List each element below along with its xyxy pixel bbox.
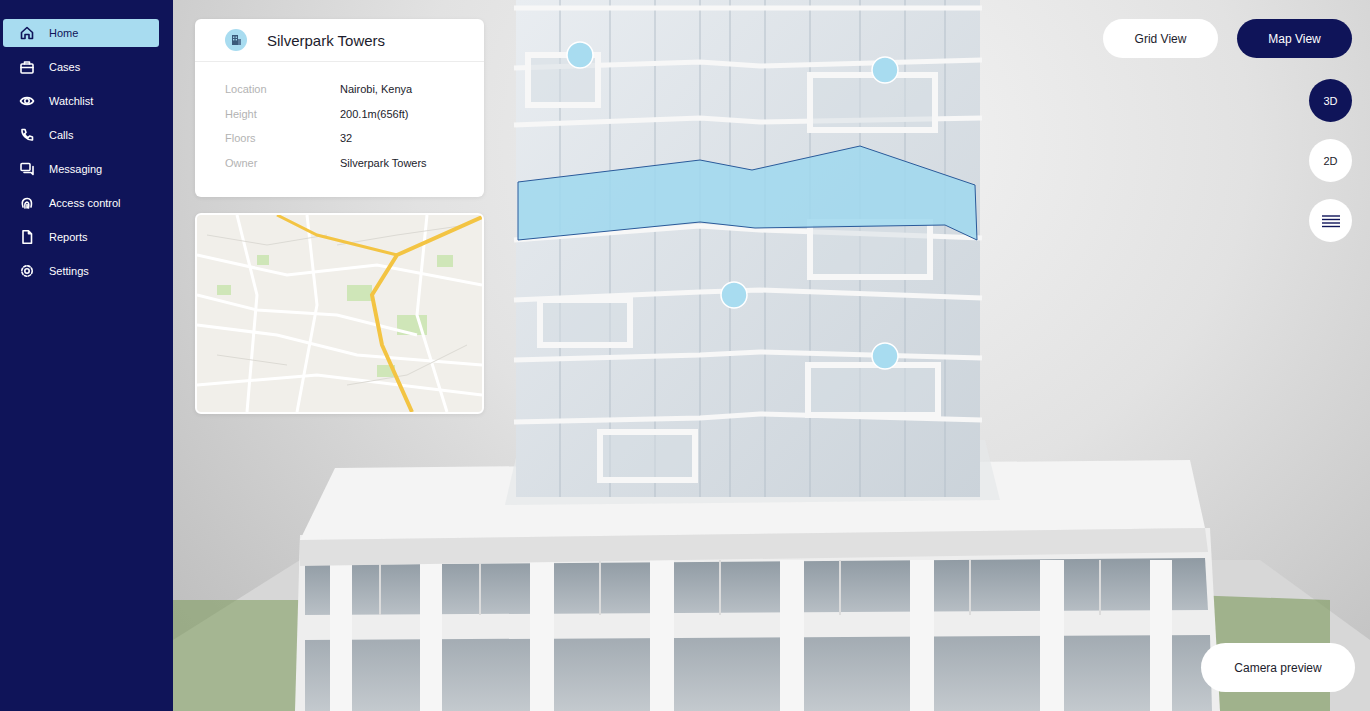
building-info-card: Silverpark Towers LocationNairobi, Kenya…	[195, 19, 484, 197]
sidebar-item[interactable]: Calls	[3, 121, 159, 149]
sidebar-label: Messaging	[49, 163, 102, 175]
sidebar-item[interactable]: Messaging	[3, 155, 159, 183]
building-icon	[225, 29, 247, 51]
info-row: Height200.1m(656ft)	[225, 106, 484, 123]
sidebar-label: Calls	[49, 129, 73, 141]
info-row: LocationNairobi, Kenya	[225, 81, 484, 98]
building-name: Silverpark Towers	[267, 32, 385, 49]
home-icon	[19, 25, 35, 41]
sidebar-item[interactable]: Cases	[3, 53, 159, 81]
sidebar-label: Access control	[49, 197, 121, 209]
sidebar-item[interactable]: Access control	[3, 189, 159, 217]
info-value: Nairobi, Kenya	[340, 83, 412, 95]
fingerprint-icon	[19, 195, 35, 211]
selected-floor[interactable]	[518, 146, 977, 240]
info-label: Owner	[225, 157, 340, 169]
sidebar-item[interactable]: Reports	[3, 223, 159, 251]
sidebar-item[interactable]: Watchlist	[3, 87, 159, 115]
location-map[interactable]	[195, 213, 484, 414]
sidebar-item[interactable]: Settings	[3, 257, 159, 285]
info-label: Height	[225, 108, 340, 120]
camera-pin[interactable]	[567, 42, 593, 68]
gear-icon	[19, 263, 35, 279]
view-toggle-button[interactable]: Map View	[1237, 19, 1352, 58]
view-toggle-button[interactable]: Grid View	[1103, 19, 1218, 58]
info-row: Floors32	[225, 130, 484, 147]
chat-icon	[19, 161, 35, 177]
sidebar-label: Home	[49, 27, 78, 39]
view-mode-button[interactable]: 3D	[1309, 79, 1352, 122]
layers-menu-button[interactable]	[1309, 199, 1352, 242]
info-value: 32	[340, 132, 352, 144]
building-viewer: Silverpark Towers LocationNairobi, Kenya…	[173, 0, 1370, 711]
info-row: OwnerSilverpark Towers	[225, 155, 484, 172]
camera-pin[interactable]	[872, 57, 898, 83]
sidebar-label: Settings	[49, 265, 89, 277]
info-value: Silverpark Towers	[340, 157, 427, 169]
eye-icon	[19, 93, 35, 109]
camera-pin[interactable]	[872, 343, 898, 369]
camera-pin[interactable]	[721, 282, 747, 308]
sidebar-label: Reports	[49, 231, 88, 243]
sidebar: Home Cases Watchlist Calls Messaging Access c…	[0, 0, 173, 711]
camera-preview-button[interactable]: Camera preview	[1201, 643, 1355, 692]
info-label: Floors	[225, 132, 340, 144]
sidebar-label: Watchlist	[49, 95, 93, 107]
view-mode-button[interactable]: 2D	[1309, 139, 1352, 182]
info-value: 200.1m(656ft)	[340, 108, 408, 120]
briefcase-icon	[19, 59, 35, 75]
phone-icon	[19, 127, 35, 143]
menu-icon	[1322, 214, 1340, 228]
document-icon	[19, 229, 35, 245]
sidebar-label: Cases	[49, 61, 80, 73]
sidebar-item[interactable]: Home	[3, 19, 159, 47]
info-label: Location	[225, 83, 340, 95]
